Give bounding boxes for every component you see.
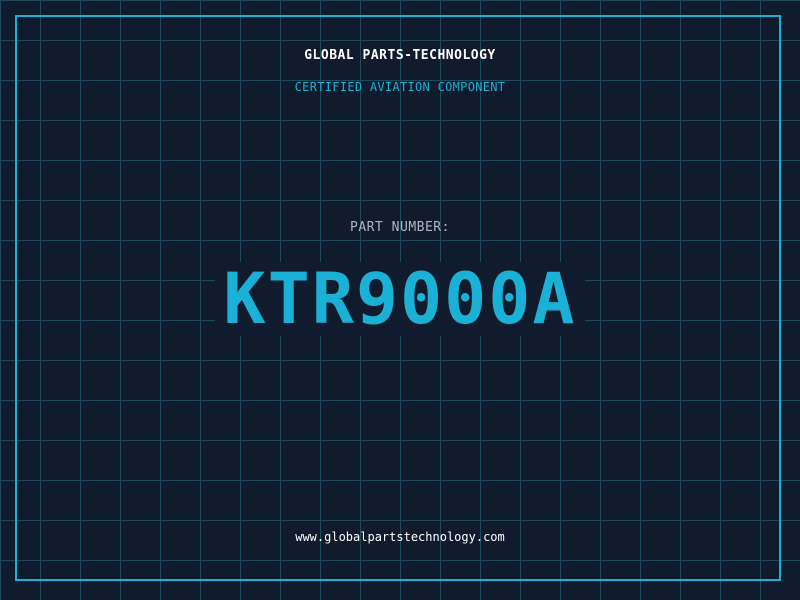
website-link[interactable]: www.globalpartstechnology.com [0,530,800,544]
part-number-label: PART NUMBER: [350,220,450,235]
certificate-page: GLOBAL PARTS-TECHNOLOGY CERTIFIED AVIATI… [0,0,800,600]
company-name: GLOBAL PARTS-TECHNOLOGY [304,48,496,63]
part-number-box: KTR9000A [215,262,585,336]
certification-subtitle: CERTIFIED AVIATION COMPONENT [294,80,506,94]
part-number-value: KTR9000A [223,258,577,340]
